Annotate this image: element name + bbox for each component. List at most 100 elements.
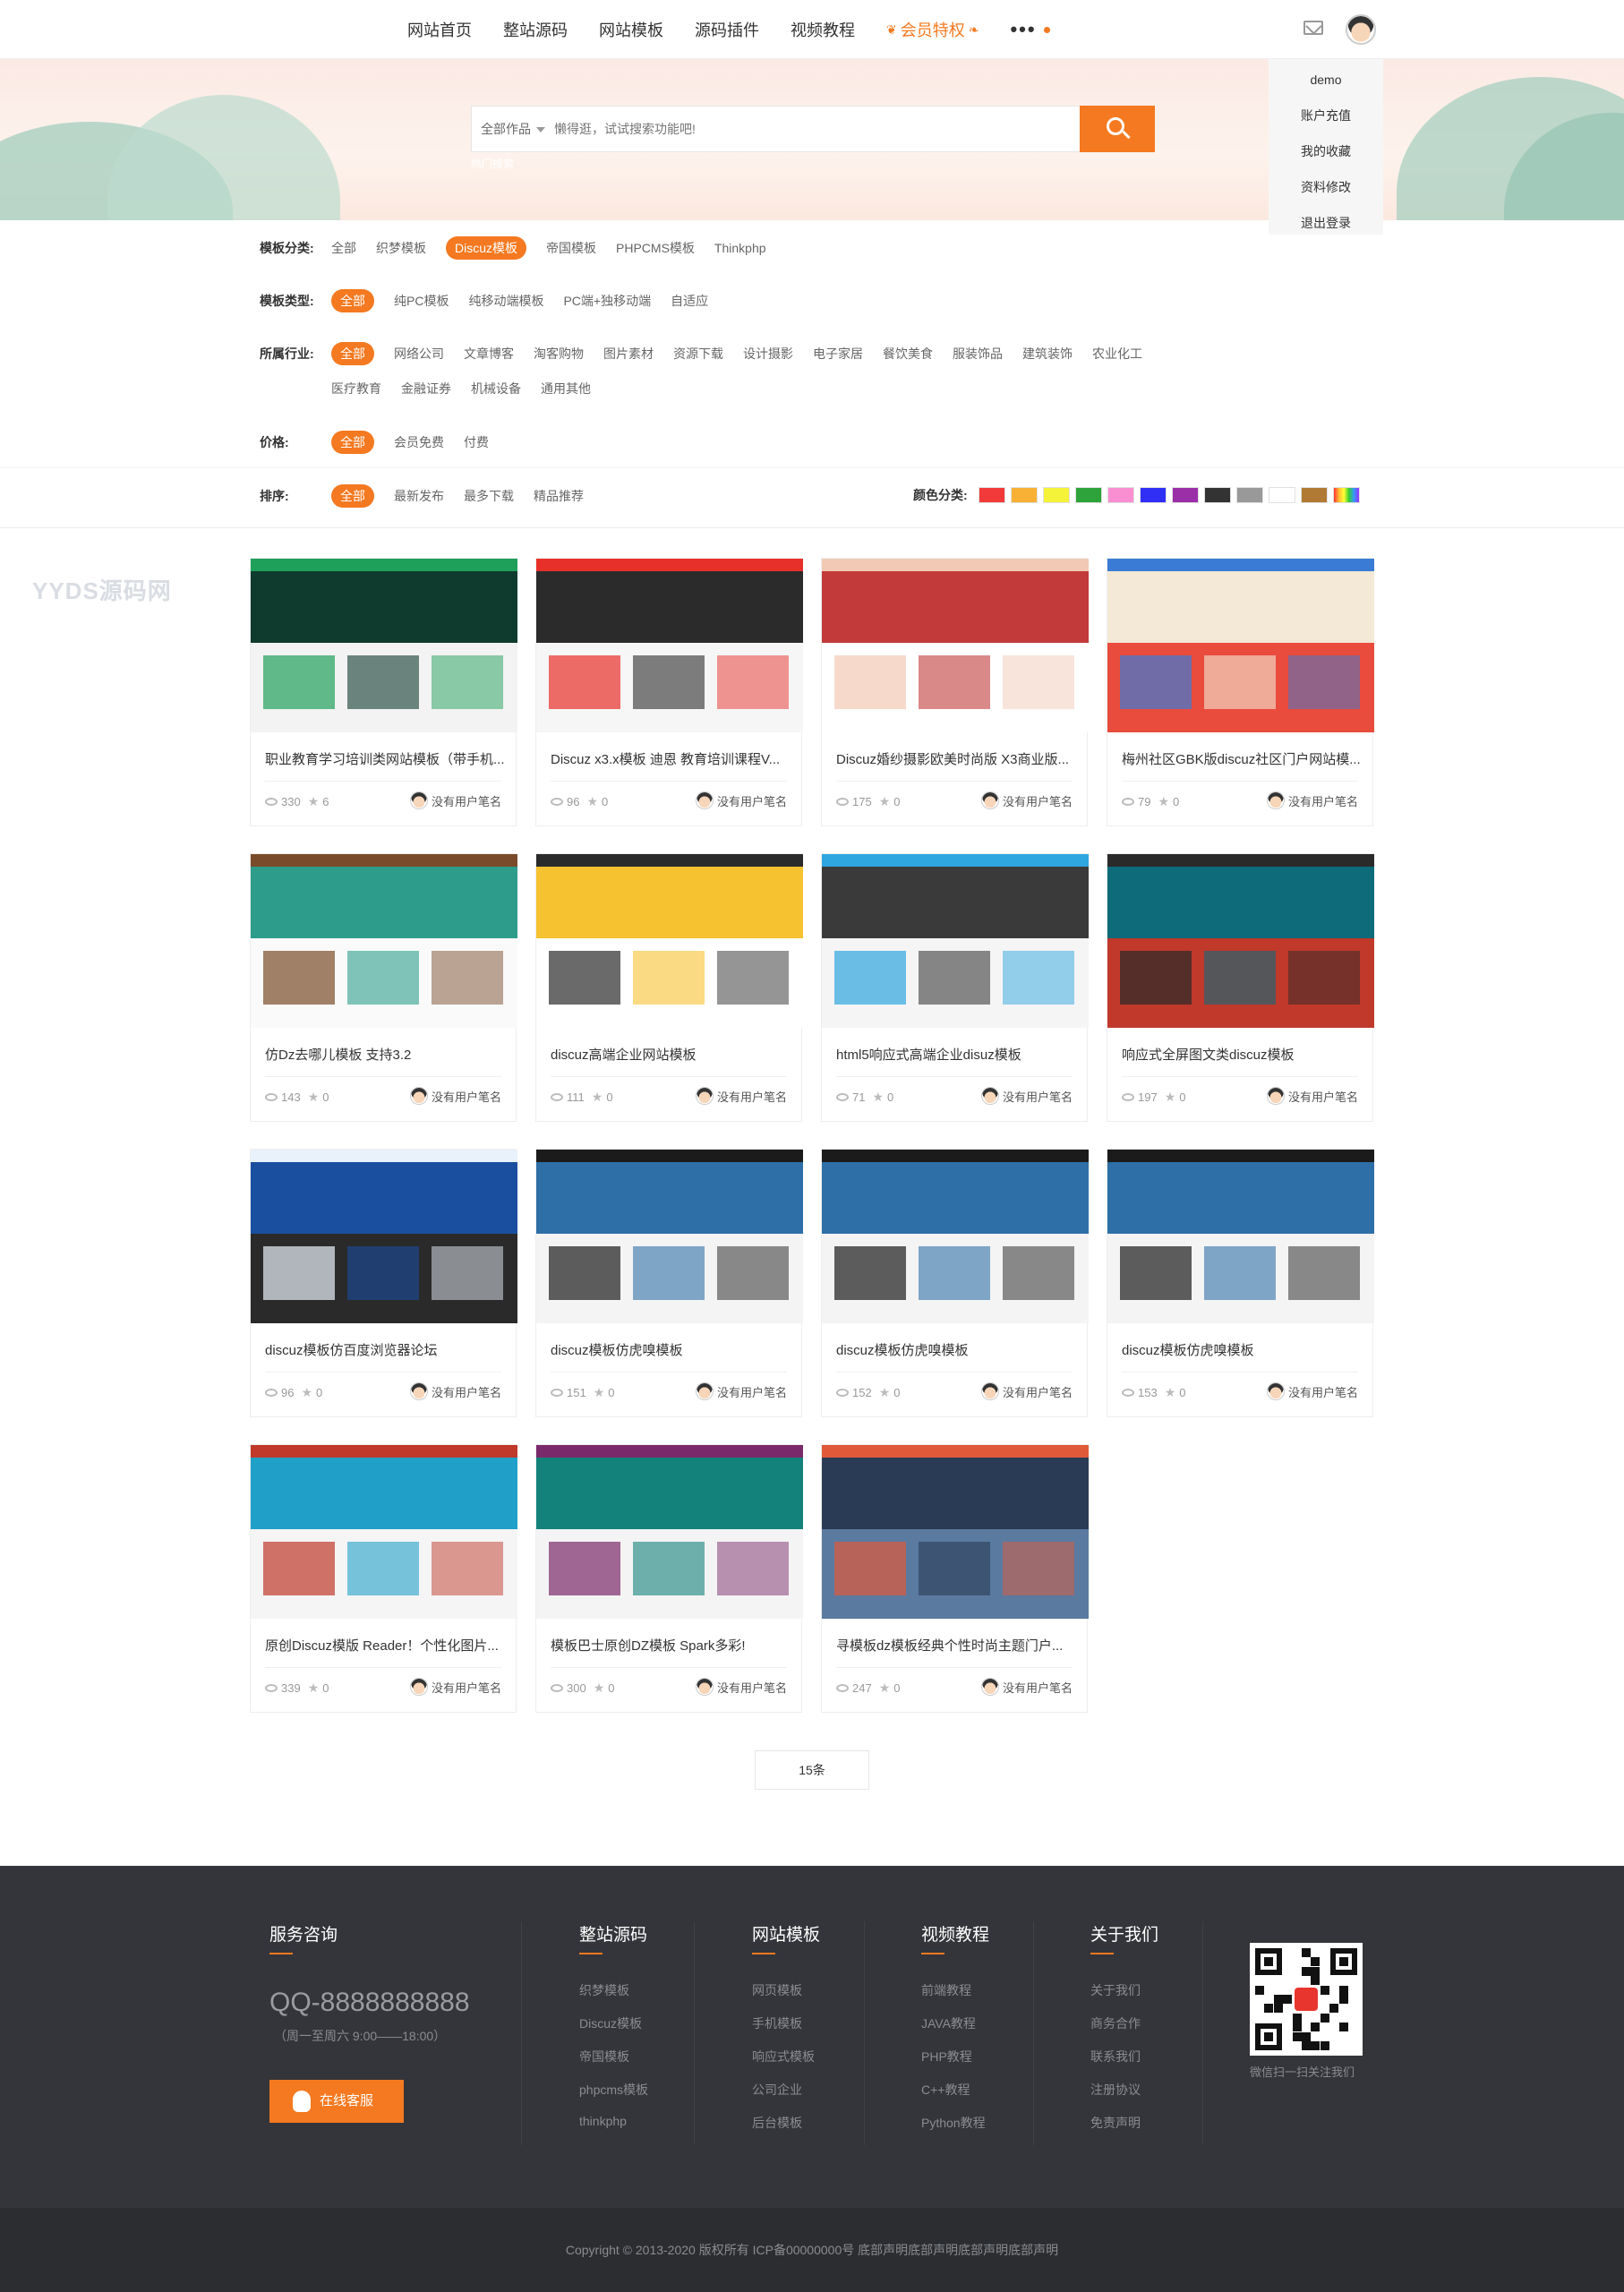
template-thumbnail[interactable]: [536, 1150, 803, 1323]
footer-link[interactable]: 注册协议: [1090, 2081, 1158, 2099]
template-card[interactable]: discuz模板仿虎嗅模板 153 ★ 0 没有用户笔名: [1107, 1149, 1374, 1417]
filter-option-active[interactable]: 全部: [331, 289, 374, 312]
color-swatch[interactable]: [1010, 487, 1038, 503]
footer-link[interactable]: 商务合作: [1090, 2014, 1158, 2032]
template-thumbnail[interactable]: [251, 1445, 517, 1619]
template-title[interactable]: Discuz x3.x模板 迪恩 教育培训课程V...: [551, 749, 792, 768]
filter-option-active[interactable]: 全部: [331, 342, 374, 365]
nav-home[interactable]: 网站首页: [407, 18, 472, 41]
template-thumbnail[interactable]: [1107, 1150, 1374, 1323]
card-author[interactable]: 没有用户笔名: [695, 1382, 787, 1400]
user-avatar[interactable]: [1346, 14, 1376, 45]
user-menu-logout[interactable]: 退出登录: [1269, 210, 1383, 245]
color-swatch[interactable]: [1235, 487, 1263, 503]
filter-option[interactable]: 最多下载: [464, 484, 514, 508]
filter-option[interactable]: 帝国模板: [546, 236, 596, 260]
filter-option[interactable]: 精品推荐: [534, 484, 584, 508]
card-author[interactable]: 没有用户笔名: [695, 791, 787, 809]
filter-option[interactable]: 网络公司: [394, 342, 444, 365]
template-title[interactable]: 寻模板dz模板经典个性时尚主题门户...: [836, 1636, 1078, 1655]
template-title[interactable]: 梅州社区GBK版discuz社区门户网站模...: [1122, 749, 1363, 768]
filter-option[interactable]: 电子家居: [813, 342, 863, 365]
filter-option[interactable]: 纯PC模板: [394, 289, 449, 312]
template-thumbnail[interactable]: [822, 1445, 1089, 1619]
template-thumbnail[interactable]: [251, 854, 517, 1028]
card-author[interactable]: 没有用户笔名: [409, 1678, 501, 1696]
color-swatch[interactable]: [1074, 487, 1102, 503]
template-title[interactable]: 模板巴士原创DZ模板 Spark多彩!: [551, 1636, 792, 1655]
card-author[interactable]: 没有用户笔名: [980, 1382, 1073, 1400]
card-author[interactable]: 没有用户笔名: [1266, 1087, 1358, 1105]
template-card[interactable]: discuz模板仿百度浏览器论坛 96 ★ 0 没有用户笔名: [250, 1149, 517, 1417]
template-thumbnail[interactable]: [822, 1150, 1089, 1323]
nav-site-templates[interactable]: 网站模板: [599, 18, 663, 41]
template-title[interactable]: discuz模板仿虎嗅模板: [551, 1340, 792, 1359]
footer-link[interactable]: thinkphp: [579, 2114, 648, 2128]
footer-link[interactable]: 免责声明: [1090, 2114, 1158, 2132]
filter-option[interactable]: 会员免费: [394, 431, 444, 454]
color-swatch[interactable]: [1332, 487, 1360, 503]
footer-link[interactable]: C++教程: [921, 2081, 989, 2099]
filter-option[interactable]: 农业化工: [1092, 342, 1142, 365]
template-title[interactable]: html5响应式高端企业disuz模板: [836, 1045, 1078, 1064]
color-swatch[interactable]: [1171, 487, 1199, 503]
color-swatch[interactable]: [978, 487, 1005, 503]
card-author[interactable]: 没有用户笔名: [1266, 1382, 1358, 1400]
user-menu-username[interactable]: demo: [1269, 66, 1383, 102]
filter-option[interactable]: 医疗教育: [331, 377, 381, 400]
footer-link[interactable]: 后台模板: [752, 2114, 820, 2132]
color-swatch[interactable]: [1107, 487, 1134, 503]
template-card[interactable]: discuz高端企业网站模板 111 ★ 0 没有用户笔名: [535, 853, 803, 1122]
pagination[interactable]: 15条: [755, 1750, 869, 1790]
template-title[interactable]: 职业教育学习培训类网站模板（带手机...: [265, 749, 507, 768]
search-button[interactable]: [1080, 106, 1155, 152]
filter-option[interactable]: 设计摄影: [743, 342, 793, 365]
template-thumbnail[interactable]: [1107, 559, 1374, 732]
template-card[interactable]: 响应式全屏图文类discuz模板 197 ★ 0 没有用户笔名: [1107, 853, 1374, 1122]
search-category-select[interactable]: 全部作品: [481, 107, 545, 151]
footer-link[interactable]: 手机模板: [752, 2014, 820, 2032]
template-thumbnail[interactable]: [536, 559, 803, 732]
nav-plugins[interactable]: 源码插件: [695, 18, 759, 41]
template-card[interactable]: 仿Dz去哪儿模板 支持3.2 143 ★ 0 没有用户笔名: [250, 853, 517, 1122]
filter-option[interactable]: 全部: [331, 236, 356, 260]
card-author[interactable]: 没有用户笔名: [695, 1678, 787, 1696]
user-menu-recharge[interactable]: 账户充值: [1269, 102, 1383, 138]
card-author[interactable]: 没有用户笔名: [1266, 791, 1358, 809]
template-card[interactable]: 原创Discuz模版 Reader！个性化图片... 339 ★ 0 没有用户笔名: [250, 1444, 517, 1713]
more-icon[interactable]: •••: [1010, 18, 1036, 41]
filter-option[interactable]: 付费: [464, 431, 489, 454]
filter-option-active[interactable]: Discuz模板: [446, 236, 527, 260]
nav-vip[interactable]: ❦ 会员特权 ❧: [886, 18, 979, 41]
template-card[interactable]: 模板巴士原创DZ模板 Spark多彩! 300 ★ 0 没有用户笔名: [535, 1444, 803, 1713]
nav-video-tutorials[interactable]: 视频教程: [791, 18, 855, 41]
filter-option[interactable]: 资源下载: [673, 342, 723, 365]
template-card[interactable]: discuz模板仿虎嗅模板 151 ★ 0 没有用户笔名: [535, 1149, 803, 1417]
filter-option[interactable]: 图片素材: [603, 342, 654, 365]
search-input[interactable]: [554, 107, 1002, 151]
template-thumbnail[interactable]: [251, 1150, 517, 1323]
template-thumbnail[interactable]: [822, 559, 1089, 732]
filter-option-active[interactable]: 全部: [331, 484, 374, 508]
footer-link[interactable]: 织梦模板: [579, 1981, 648, 1999]
template-card[interactable]: discuz模板仿虎嗅模板 152 ★ 0 没有用户笔名: [821, 1149, 1089, 1417]
footer-link[interactable]: 关于我们: [1090, 1981, 1158, 1999]
filter-option[interactable]: 织梦模板: [376, 236, 426, 260]
footer-link[interactable]: 帝国模板: [579, 2048, 648, 2065]
template-title[interactable]: discuz高端企业网站模板: [551, 1045, 792, 1064]
online-service-button[interactable]: 在线客服: [269, 2080, 404, 2123]
template-title[interactable]: Discuz婚纱摄影欧美时尚版 X3商业版...: [836, 749, 1078, 768]
template-thumbnail[interactable]: [1107, 854, 1374, 1028]
filter-option[interactable]: 淘客购物: [534, 342, 584, 365]
footer-link[interactable]: Discuz模板: [579, 2014, 648, 2032]
template-thumbnail[interactable]: [822, 854, 1089, 1028]
card-author[interactable]: 没有用户笔名: [980, 1678, 1073, 1696]
user-menu-edit-profile[interactable]: 资料修改: [1269, 174, 1383, 210]
filter-option-active[interactable]: 全部: [331, 431, 374, 454]
card-author[interactable]: 没有用户笔名: [409, 791, 501, 809]
template-title[interactable]: discuz模板仿虎嗅模板: [1122, 1340, 1363, 1359]
filter-option[interactable]: 建筑装饰: [1022, 342, 1073, 365]
card-author[interactable]: 没有用户笔名: [980, 791, 1073, 809]
filter-option[interactable]: 服装饰品: [953, 342, 1003, 365]
filter-option[interactable]: PHPCMS模板: [616, 236, 695, 260]
